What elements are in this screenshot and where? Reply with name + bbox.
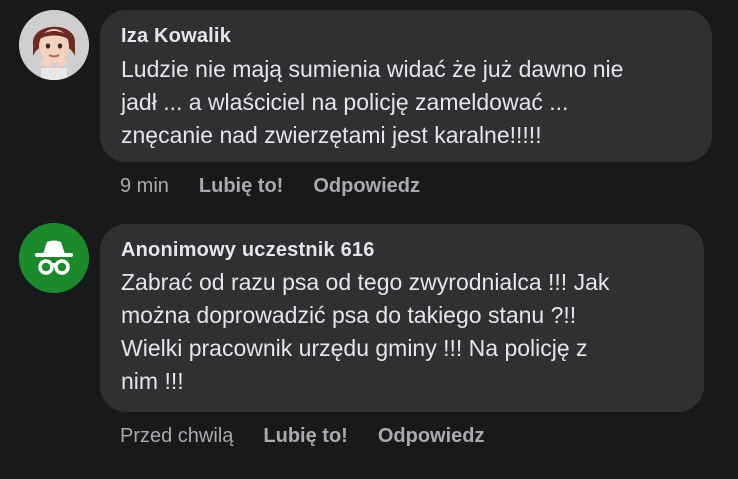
comment-actions: Przed chwilą Lubię to! Odpowiedz — [120, 424, 515, 448]
comment-timestamp[interactable]: Przed chwilą — [120, 424, 233, 448]
like-button[interactable]: Lubię to! — [263, 424, 347, 448]
comment: Anonimowy uczestnik 616 Zabrać od razu p… — [0, 0, 738, 479]
anonymous-spy-icon — [19, 223, 89, 293]
comment-text: Zabrać od razu psa od tego zwyrodnialca … — [121, 269, 610, 394]
comment-author[interactable]: Anonimowy uczestnik 616 — [121, 238, 684, 262]
reply-button[interactable]: Odpowiedz — [378, 424, 485, 448]
user-avatar[interactable] — [19, 223, 89, 293]
comment-bubble: Anonimowy uczestnik 616 Zabrać od razu p… — [100, 224, 704, 412]
